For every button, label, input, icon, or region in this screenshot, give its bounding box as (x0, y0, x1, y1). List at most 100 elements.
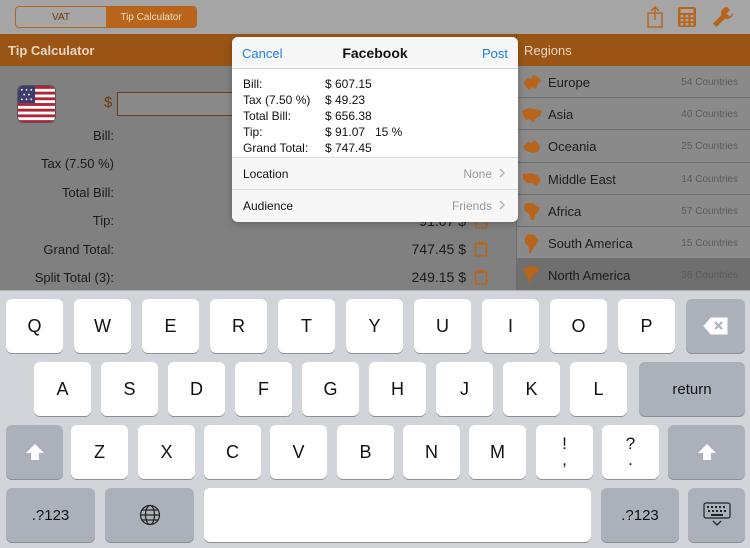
numbers-key-left[interactable]: .?123 (6, 488, 95, 542)
key-v[interactable]: V (270, 425, 327, 479)
location-label: Location (243, 167, 289, 181)
north-america-map-icon (523, 266, 540, 285)
key-m[interactable]: M (469, 425, 526, 479)
region-item-middle-east[interactable]: Middle East 14 Countries (516, 162, 750, 195)
middle-east-map-icon (523, 172, 541, 186)
key-q[interactable]: Q (6, 299, 63, 353)
region-item-south-america[interactable]: South America 15 Countries (516, 226, 750, 260)
tip-calculator-title: Tip Calculator (8, 43, 95, 58)
audience-label: Audience (243, 199, 294, 213)
share-icon[interactable] (645, 5, 665, 29)
location-option[interactable]: Location None (232, 157, 518, 189)
key-bottom-char: , (562, 450, 567, 469)
key-f[interactable]: F (235, 362, 292, 416)
key-c[interactable]: C (204, 425, 261, 479)
post-line-label: Grand Total: (243, 141, 309, 155)
post-line-label: Tip: (243, 125, 263, 139)
numbers-key-right[interactable]: .?123 (601, 488, 679, 542)
key-o[interactable]: O (550, 299, 607, 353)
post-line-value: $ 607.15 (325, 77, 372, 91)
region-item-africa[interactable]: Africa 57 Countries (516, 194, 750, 227)
region-item-oceania[interactable]: Oceania 25 Countries (516, 130, 750, 163)
key-e[interactable]: E (142, 299, 199, 353)
africa-map-icon (524, 202, 540, 220)
post-button[interactable]: Post (482, 46, 508, 61)
south-america-map-icon (525, 233, 539, 253)
key-a[interactable]: A (34, 362, 91, 416)
facebook-share-sheet: Facebook Cancel Post Bill: $ 607.15 Tax … (232, 37, 518, 222)
tab-tip-calculator[interactable]: Tip Calculator (106, 7, 196, 27)
globe-icon (139, 504, 160, 526)
wrench-icon[interactable] (711, 5, 735, 29)
post-text-area[interactable]: Bill: $ 607.15 Tax (7.50 %) $ 49.23 Tota… (232, 69, 518, 157)
region-item-north-america[interactable]: North America 36 Countries (516, 259, 750, 292)
key-z[interactable]: Z (71, 425, 128, 479)
post-line-label: Bill: (243, 77, 263, 91)
audience-value: Friends (451, 199, 492, 213)
grand-total-value: 747.45 $ (411, 241, 467, 257)
key-p[interactable]: P (618, 299, 675, 353)
key-l[interactable]: L (570, 362, 627, 416)
region-item-europe[interactable]: Europe 54 Countries (516, 66, 750, 99)
shift-key-right[interactable] (668, 425, 745, 479)
top-bar: VAT Tip Calculator (0, 0, 750, 34)
key-exclamation-comma[interactable]: ! , (536, 425, 593, 479)
key-g[interactable]: G (302, 362, 359, 416)
tip-label: Tip: (92, 213, 114, 228)
grand-total-label: Grand Total: (43, 242, 114, 257)
europe-map-icon (524, 75, 541, 90)
split-total-value: 249.15 $ (411, 269, 467, 285)
share-sheet-header: Facebook Cancel Post (232, 37, 518, 69)
clipboard-icon[interactable] (474, 269, 488, 285)
key-r[interactable]: R (210, 299, 267, 353)
key-b[interactable]: B (337, 425, 394, 479)
key-j[interactable]: J (436, 362, 493, 416)
key-n[interactable]: N (403, 425, 460, 479)
shift-icon (697, 444, 716, 460)
globe-key[interactable] (105, 488, 194, 542)
clipboard-icon[interactable] (474, 241, 488, 257)
key-h[interactable]: H (369, 362, 426, 416)
tab-vat[interactable]: VAT (16, 7, 106, 27)
split-total-label: Split Total (3): (34, 270, 114, 285)
post-tip-percent: 15 % (375, 125, 403, 139)
key-w[interactable]: W (74, 299, 131, 353)
key-t[interactable]: T (278, 299, 335, 353)
key-s[interactable]: S (101, 362, 158, 416)
post-line-value: $ 49.23 (325, 93, 366, 107)
audience-option[interactable]: Audience Friends (232, 189, 518, 221)
location-value: None (463, 167, 492, 181)
keyboard-hide-icon (702, 502, 731, 526)
key-d[interactable]: D (168, 362, 225, 416)
oceania-map-icon (524, 140, 540, 154)
shift-key-left[interactable] (6, 425, 63, 479)
key-question-period[interactable]: ? . (602, 425, 659, 479)
bill-amount-input[interactable] (117, 92, 237, 116)
return-key[interactable]: return (639, 362, 745, 416)
space-bar[interactable] (204, 488, 591, 542)
post-line-value: $ 656.38 (325, 109, 372, 123)
on-screen-keyboard: Q W E R T Y U I O P A S D F G H J K L re… (0, 290, 750, 548)
key-i[interactable]: I (482, 299, 539, 353)
chevron-right-icon (499, 200, 505, 210)
post-line-value: $ 747.45 (325, 141, 372, 155)
post-line-label: Tax (7.50 %) (243, 93, 311, 107)
cancel-button[interactable]: Cancel (242, 46, 282, 61)
mode-segmented-control: VAT Tip Calculator (15, 6, 197, 28)
regions-title: Regions (524, 43, 572, 58)
region-item-asia[interactable]: Asia 40 Countries (516, 98, 750, 131)
currency-symbol: $ (104, 94, 113, 111)
key-bottom-char: . (628, 450, 633, 469)
regions-list: Europe 54 Countries Asia 40 Countries Oc… (516, 66, 750, 292)
dismiss-keyboard-key[interactable] (688, 488, 745, 542)
key-u[interactable]: U (414, 299, 471, 353)
post-line-label: Total Bill: (243, 109, 292, 123)
key-y[interactable]: Y (346, 299, 403, 353)
calculator-icon[interactable] (677, 5, 697, 29)
key-k[interactable]: K (503, 362, 560, 416)
asia-map-icon (522, 108, 542, 124)
us-flag-icon[interactable] (17, 85, 56, 123)
delete-key[interactable] (686, 299, 745, 353)
tax-label: Tax (7.50 %) (41, 156, 114, 171)
key-x[interactable]: X (138, 425, 195, 479)
